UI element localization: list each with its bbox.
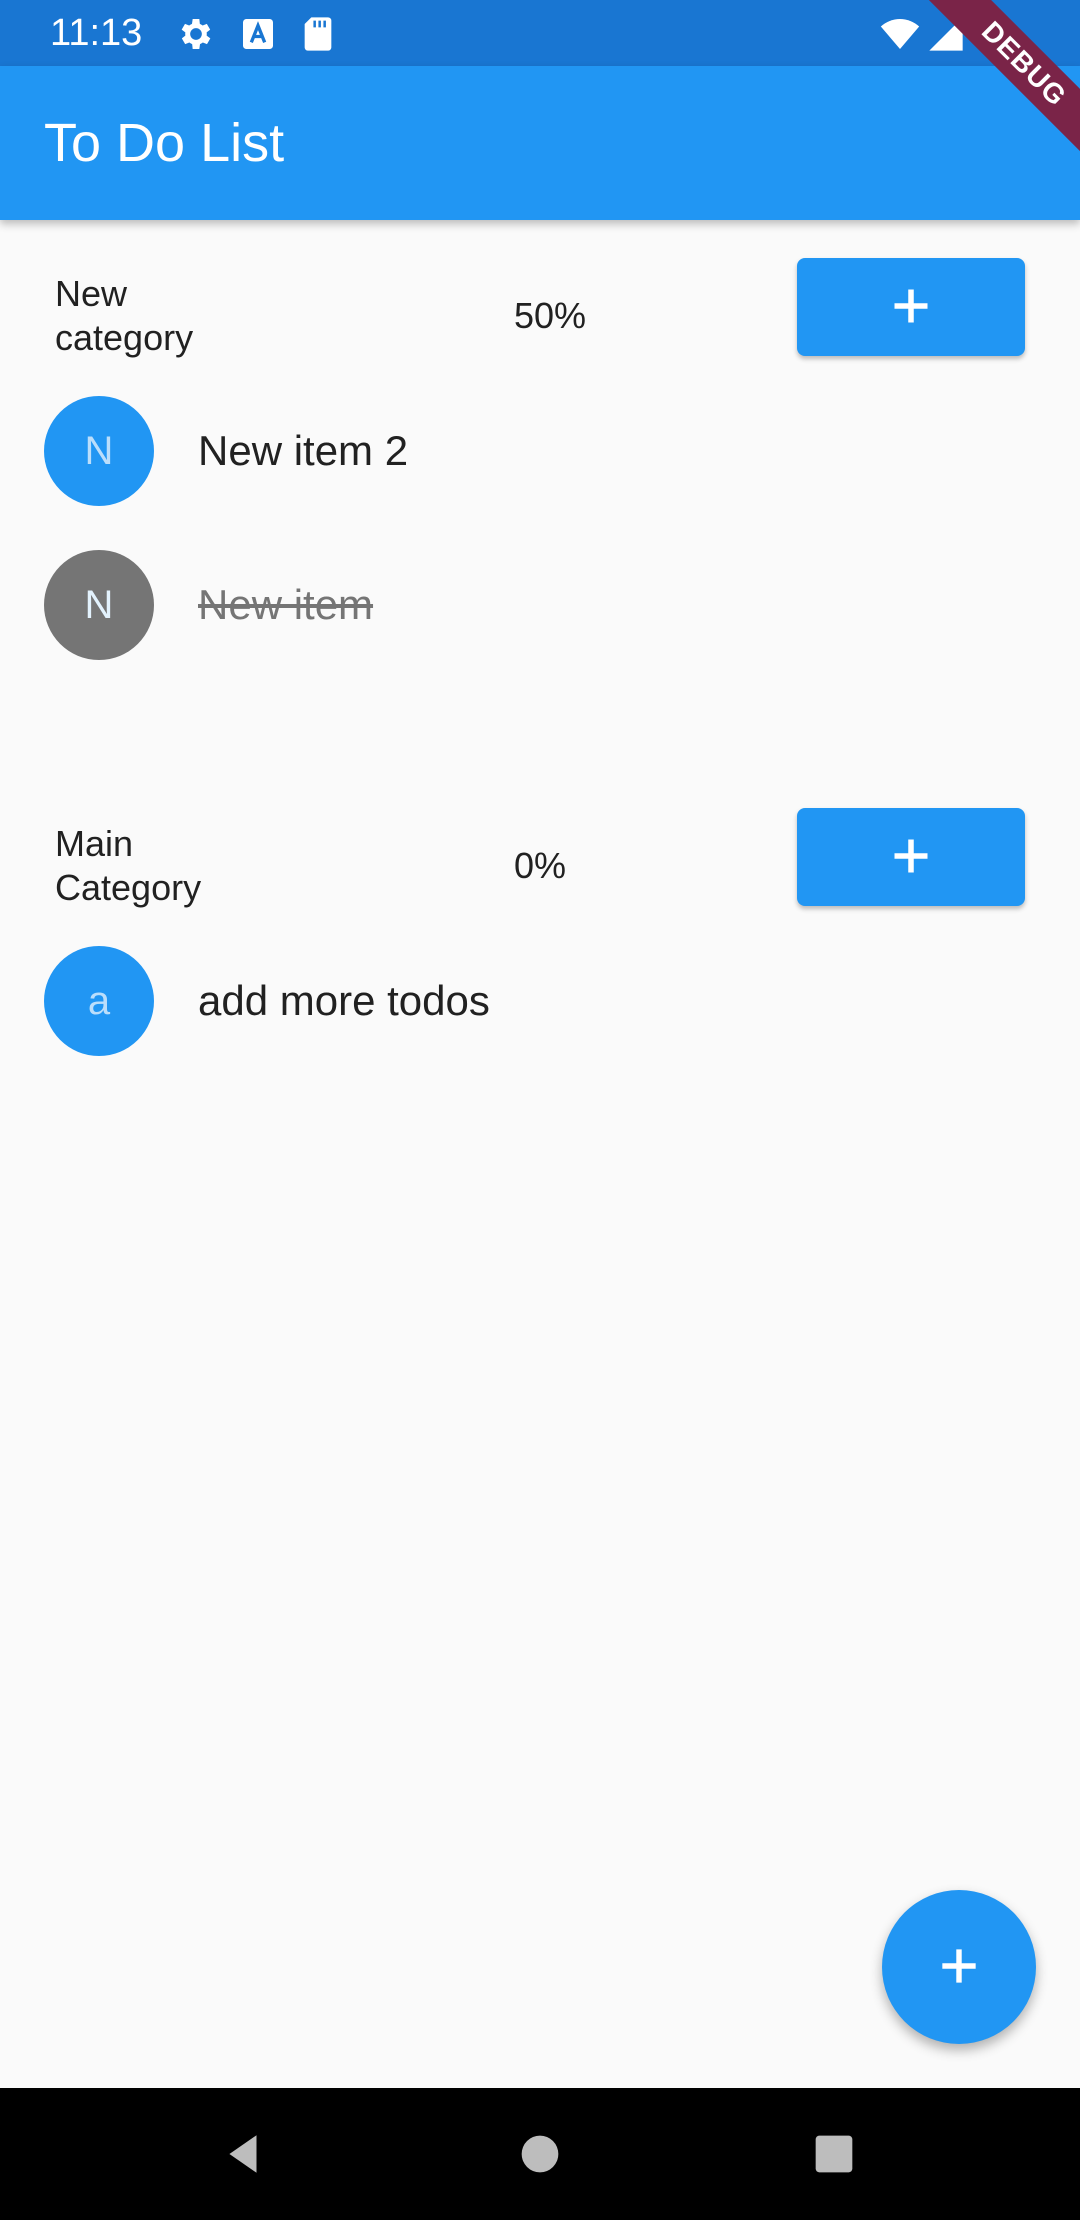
navigation-bar xyxy=(0,2088,1080,2220)
item-label: New item xyxy=(198,581,374,628)
category-percent: 50% xyxy=(514,295,587,336)
app-bar: To Do List xyxy=(0,66,1080,220)
add-item-button[interactable] xyxy=(797,258,1025,356)
signal-icon xyxy=(926,14,966,54)
add-item-button[interactable] xyxy=(797,808,1025,906)
avatar: N xyxy=(44,396,154,506)
home-icon[interactable] xyxy=(500,2114,580,2194)
wifi-icon xyxy=(880,14,920,54)
sd-card-icon xyxy=(298,14,338,54)
plus-icon xyxy=(889,834,933,881)
plus-icon xyxy=(889,284,933,331)
add-category-fab[interactable] xyxy=(882,1890,1036,2044)
status-time: 11:13 xyxy=(50,12,143,54)
avatar: a xyxy=(44,946,154,1056)
category-name: New category xyxy=(55,273,194,358)
recents-icon[interactable] xyxy=(794,2114,874,2194)
status-bar: 11:13 xyxy=(0,0,1080,66)
page-title: To Do List xyxy=(44,113,285,173)
category-name: Main Category xyxy=(55,823,202,908)
list-item[interactable]: a add more todos xyxy=(0,944,1080,1074)
plus-icon xyxy=(934,1941,984,1994)
category-percent: 0% xyxy=(514,845,567,886)
list-item[interactable]: N New item xyxy=(0,548,1080,678)
item-label: add more todos xyxy=(198,977,490,1024)
battery-icon xyxy=(974,14,1014,54)
avatar: N xyxy=(44,550,154,660)
a-text-icon xyxy=(238,14,278,54)
category-header: New category 50% xyxy=(0,258,1080,378)
back-icon[interactable] xyxy=(204,2114,284,2194)
list-item[interactable]: N New item 2 xyxy=(0,394,1080,524)
category-header: Main Category 0% xyxy=(0,808,1080,928)
gear-icon xyxy=(176,14,216,54)
item-label: New item 2 xyxy=(198,427,409,474)
